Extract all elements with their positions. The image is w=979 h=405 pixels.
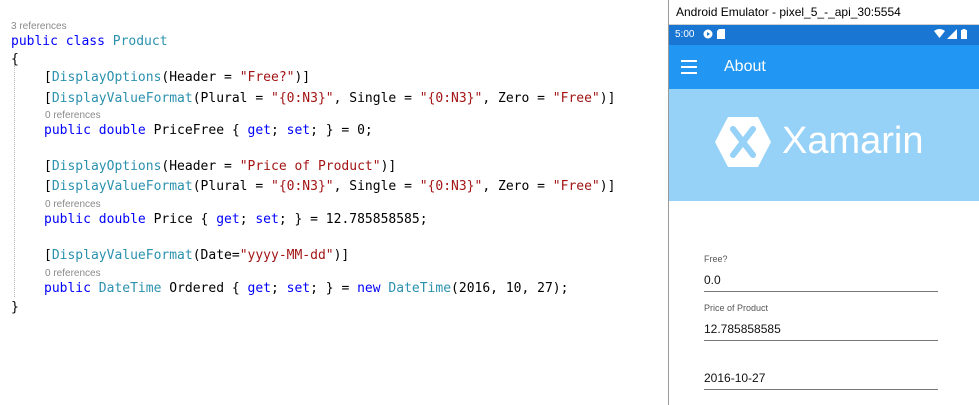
code-text: , Single = [333,91,420,106]
code-text: (Plural = [192,179,271,194]
string-literal: "Free?" [239,70,295,85]
xamarin-logo-icon [715,117,771,167]
field-label: Free? [704,254,728,264]
brand-name: Xamarin [782,120,924,162]
play-store-icon [703,29,713,42]
code-text: , Single = [333,179,420,194]
emulator-title-bar[interactable]: Android Emulator - pixel_5_-_api_30:5554 [669,0,979,25]
code-text: , Zero = [482,91,553,106]
ordered-date-entry[interactable]: 2016-10-27 [704,367,938,390]
code-line-property[interactable]: public double PriceFree { get; set; } = … [44,122,373,140]
code-text: Price { [153,212,217,227]
keyword: get [216,212,240,227]
bracket: [ [44,70,52,85]
window-title: Android Emulator - pixel_5_-_api_30:5554 [676,5,901,19]
string-literal: "yyyy-MM-dd" [239,248,334,263]
indent-guide [14,65,15,297]
keyword: set [286,123,311,138]
code-text: , Zero = [482,179,553,194]
string-literal: "{0:N3}" [271,179,334,194]
attribute-name: DisplayValueFormat [51,248,193,263]
code-text: (2016, 10, 27); [451,281,569,296]
hamburger-menu-icon[interactable] [681,60,697,74]
bracket: [ [44,179,52,194]
sd-card-icon [717,29,725,42]
page-title: About [724,58,766,75]
code-text: ; [239,212,256,227]
code-line-property[interactable]: public DateTime Ordered { get; set; } = … [44,280,568,298]
code-line-attribute[interactable]: [DisplayValueFormat(Plural = "{0:N3}", S… [44,90,615,108]
codelens-references[interactable]: 0 references [45,110,101,121]
price-value-entry[interactable]: 12.785858585 [704,318,938,341]
code-text: ; } = 0; [310,123,373,138]
code-text: )] [380,159,397,174]
attribute-name: DisplayValueFormat [51,179,193,194]
code-text: )] [599,179,616,194]
keyword: new [357,281,389,296]
keyword: set [286,281,311,296]
codelens-references[interactable]: 0 references [45,268,101,279]
keyword: public class [11,34,113,49]
code-line-open-brace[interactable]: { [11,51,19,69]
code-line-property[interactable]: public double Price { get; set; } = 12.7… [44,211,428,229]
code-line-close-brace[interactable]: } [11,299,19,317]
code-text: ; } = 12.785858585; [278,212,428,227]
keyword: get [247,281,271,296]
code-text: PriceFree { [153,123,248,138]
code-text: (Plural = [192,91,271,106]
code-line-attribute[interactable]: [DisplayOptions(Header = "Free?")] [44,69,310,87]
free-value-entry[interactable]: 0.0 [704,269,938,292]
keyword: public double [44,123,154,138]
wifi-icon [934,29,945,42]
code-line-class-declaration[interactable]: public class Product [11,33,168,51]
string-literal: "{0:N3}" [419,179,483,194]
type-name: DateTime [98,281,162,296]
code-text: (Header = [161,70,240,85]
attribute-name: DisplayOptions [51,159,162,174]
status-bar: 5:00 [669,25,979,45]
code-text: ; } = [310,281,358,296]
keyword: get [247,123,271,138]
attribute-name: DisplayOptions [51,70,162,85]
bracket: [ [44,248,52,263]
bracket: [ [44,91,52,106]
code-line-attribute[interactable]: [DisplayValueFormat(Date="yyyy-MM-dd")] [44,247,349,265]
codelens-references[interactable]: 3 references [11,21,67,32]
string-literal: "{0:N3}" [419,91,483,106]
code-text: )] [294,70,311,85]
code-text: Ordered { [161,281,248,296]
code-line-attribute[interactable]: [DisplayOptions(Header = "Price of Produ… [44,158,396,176]
type-name: DateTime [388,281,452,296]
battery-icon [961,29,967,42]
code-text: (Header = [161,159,240,174]
keyword: public [44,281,99,296]
field-label: Price of Product [704,303,769,313]
string-literal: "Free" [552,179,600,194]
brand-banner: Xamarin [669,89,979,201]
code-line-attribute[interactable]: [DisplayValueFormat(Plural = "{0:N3}", S… [44,178,615,196]
bracket: [ [44,159,52,174]
keyword: public double [44,212,154,227]
android-emulator-window[interactable]: Android Emulator - pixel_5_-_api_30:5554… [668,0,979,405]
keyword: set [255,212,279,227]
status-time: 5:00 [675,29,695,40]
codelens-references[interactable]: 0 references [45,199,101,210]
app-bar: About [669,45,979,89]
string-literal: "Price of Product" [239,159,381,174]
class-name: Product [112,34,168,49]
code-editor[interactable]: 3 references public class Product { [Dis… [0,0,668,405]
code-text: (Date= [192,248,240,263]
signal-icon [947,29,957,42]
string-literal: "{0:N3}" [271,91,334,106]
attribute-name: DisplayValueFormat [51,91,193,106]
code-text: ; [270,123,287,138]
code-text: ; [271,281,287,296]
code-text: )] [333,248,350,263]
string-literal: "Free" [552,91,600,106]
code-text: )] [599,91,616,106]
